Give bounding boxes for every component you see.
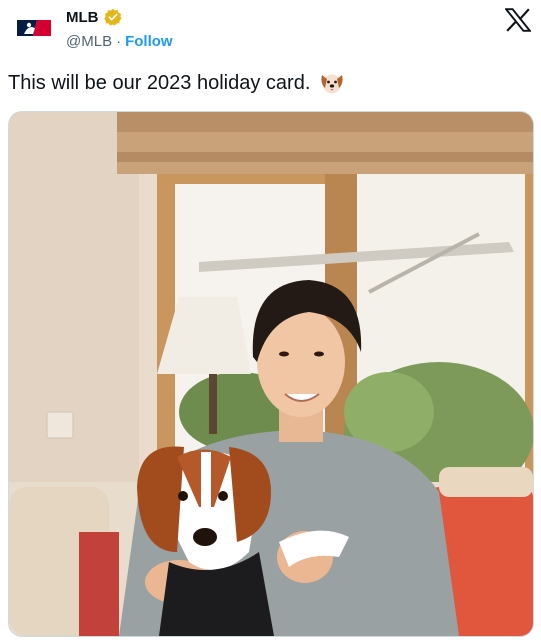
tweet-header: MLB @MLB · Follow	[0, 0, 541, 60]
x-logo-icon[interactable]	[504, 8, 532, 32]
separator: ·	[116, 33, 122, 50]
name-row: MLB	[66, 8, 122, 26]
tweet-text-row: This will be our 2023 holiday card.	[8, 69, 346, 97]
display-name[interactable]: MLB	[66, 9, 99, 26]
handle-row: @MLB · Follow	[66, 33, 173, 50]
verified-badge-icon	[103, 8, 122, 26]
tweet-text: This will be our 2023 holiday card.	[8, 71, 311, 94]
handle[interactable]: @MLB	[66, 33, 112, 50]
tweet-photo[interactable]	[8, 111, 534, 637]
follow-button[interactable]: Follow	[125, 33, 173, 50]
dog-face-emoji-icon	[318, 69, 346, 97]
mlb-logo-icon[interactable]	[14, 16, 54, 40]
